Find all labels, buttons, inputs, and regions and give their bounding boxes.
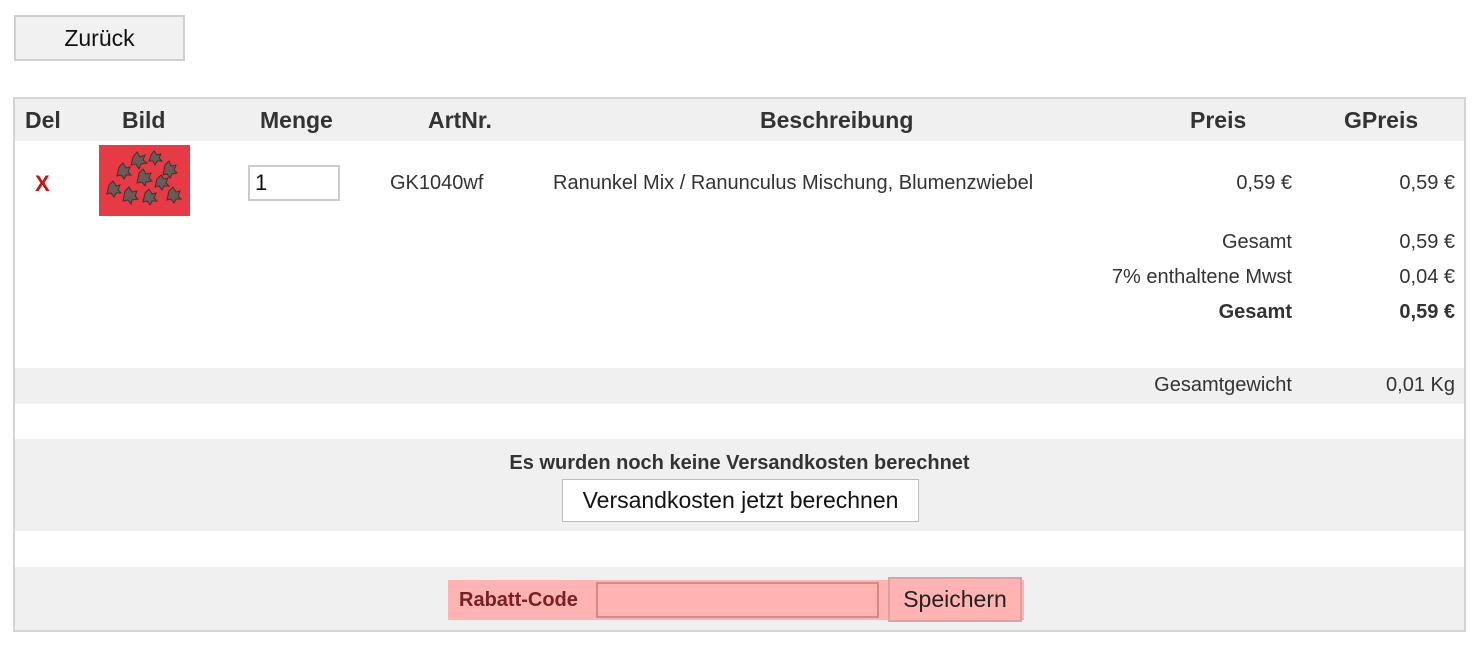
discount-code-label: Rabatt-Code <box>459 589 578 611</box>
column-header-artnr: ArtNr. <box>428 107 492 133</box>
quantity-input[interactable] <box>248 165 340 201</box>
column-header-bild: Bild <box>122 107 166 133</box>
product-thumbnail[interactable] <box>99 145 190 216</box>
grand-total-label: Gesamt <box>1218 301 1292 323</box>
cart-header-row: Del Bild Menge ArtNr. Beschreibung Preis… <box>15 99 1464 141</box>
cart-item-row: X GK1040wf Ranunkel Mix / <box>15 141 1464 221</box>
column-header-preis: Preis <box>1190 107 1247 133</box>
grand-total-value: 0,59 € <box>1399 301 1455 323</box>
column-header-gpreis: GPreis <box>1344 107 1419 133</box>
back-button[interactable]: Zurück <box>14 15 185 61</box>
tax-row: 7% enthaltene Mwst 0,04 € <box>15 262 1464 297</box>
item-price: 0,59 € <box>1236 172 1292 194</box>
calculate-shipping-button[interactable]: Versandkosten jetzt berechnen <box>562 479 919 522</box>
column-header-beschreibung: Beschreibung <box>760 107 914 133</box>
cart-table: Del Bild Menge ArtNr. Beschreibung Preis… <box>13 97 1466 632</box>
item-artnr: GK1040wf <box>390 172 484 194</box>
column-header-menge: Menge <box>260 107 333 133</box>
subtotal-label: Gesamt <box>1221 231 1292 253</box>
shipping-row: Es wurden noch keine Versandkosten berec… <box>15 439 1464 531</box>
weight-value: 0,01 Kg <box>1386 374 1455 396</box>
tax-label: 7% enthaltene Mwst <box>1111 266 1292 288</box>
subtotal-row: Gesamt 0,59 € <box>15 227 1464 262</box>
bulb-image-graphic <box>99 145 190 216</box>
item-description: Ranunkel Mix / Ranunculus Mischung, Blum… <box>553 172 1034 194</box>
weight-row: Gesamtgewicht 0,01 Kg <box>15 368 1464 404</box>
discount-form: Rabatt-Code Speichern <box>448 577 1024 622</box>
column-header-del: Del <box>25 107 61 133</box>
discount-code-input[interactable] <box>596 582 879 618</box>
grand-total-row: Gesamt 0,59 € <box>15 297 1464 332</box>
subtotal-value: 0,59 € <box>1399 231 1455 253</box>
discount-row: Rabatt-Code Speichern <box>15 567 1464 630</box>
weight-label: Gesamtgewicht <box>1154 374 1292 396</box>
shipping-notice: Es wurden noch keine Versandkosten berec… <box>509 452 970 474</box>
save-discount-button[interactable]: Speichern <box>888 577 1022 622</box>
item-total-price: 0,59 € <box>1399 172 1455 194</box>
tax-value: 0,04 € <box>1399 266 1455 288</box>
delete-item-button[interactable]: X <box>35 171 50 197</box>
